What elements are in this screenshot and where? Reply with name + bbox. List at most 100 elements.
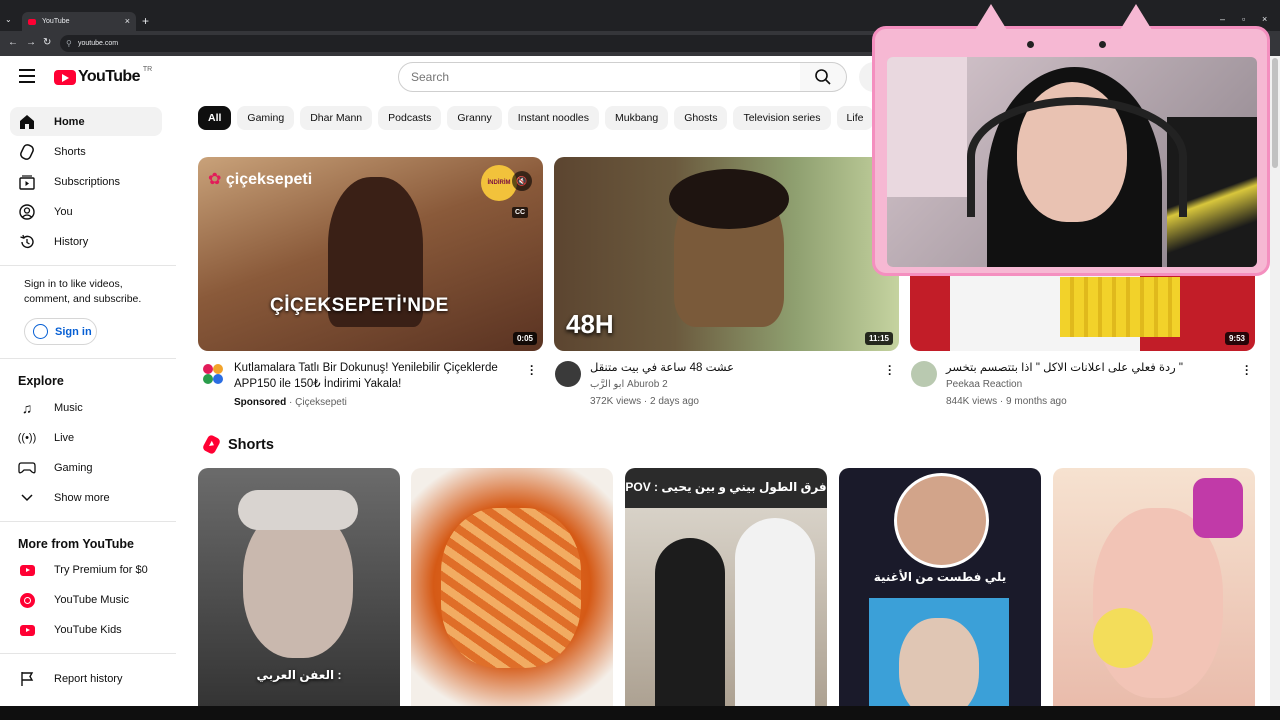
video-stats: 372K views · 2 days ago (590, 396, 699, 407)
sidebar-item-history[interactable]: History (10, 227, 162, 256)
sidebar-item-label: Subscriptions (54, 175, 121, 188)
youtube-kids-icon (18, 621, 36, 639)
tab-search-icon[interactable]: ⌄ (5, 15, 12, 24)
shorts-icon (18, 143, 36, 161)
chip-dhar-mann[interactable]: Dhar Mann (300, 106, 373, 130)
webcam-overlay (872, 4, 1270, 276)
minimize-icon[interactable]: – (1220, 14, 1225, 24)
short-thumbnail[interactable]: العفن العربي : (198, 468, 400, 706)
sidebar-item-label: You (54, 205, 73, 218)
video-duration: 9:53 (1224, 332, 1249, 345)
webcam-video (887, 57, 1257, 267)
sidebar-item-label: Show more (54, 491, 110, 504)
sidebar-item-shorts[interactable]: Shorts (10, 137, 162, 166)
mute-icon[interactable]: 🔇 (512, 171, 532, 191)
youtube-logo[interactable]: YouTube TR (54, 66, 152, 86)
chip-gaming[interactable]: Gaming (237, 106, 295, 130)
close-tab-icon[interactable]: × (125, 16, 130, 26)
scrollbar-thumb[interactable] (1272, 58, 1278, 168)
site-info-icon[interactable]: ⚲ (66, 39, 72, 48)
more-options-icon[interactable]: · · · (886, 360, 894, 380)
sidebar-item-subscriptions[interactable]: Subscriptions (10, 167, 162, 196)
thumbnail-text: ÇİÇEKSEPETİ'NDE (270, 295, 449, 316)
channel-name[interactable]: Çiçeksepeti (295, 397, 347, 408)
short-thumbnail[interactable] (411, 468, 613, 706)
divider (0, 521, 176, 522)
sign-in-button[interactable]: Sign in (24, 318, 97, 345)
reload-icon[interactable]: ↻ (43, 37, 51, 48)
filter-chips: All Gaming Dhar Mann Podcasts Granny Instant … (198, 106, 888, 130)
chip-television-series[interactable]: Television series (733, 106, 831, 130)
chip-instant-noodles[interactable]: Instant noodles (507, 106, 599, 130)
taskbar-strip (0, 706, 1280, 720)
scrollbar[interactable] (1270, 56, 1280, 706)
sidebar-item-label: Gaming (54, 461, 93, 474)
sidebar-item-label: Report history (54, 672, 123, 685)
short-hair-roller (1193, 478, 1243, 538)
chip-all[interactable]: All (198, 106, 232, 130)
captions-icon[interactable]: CC (512, 207, 529, 218)
sidebar-item-report-history[interactable]: Report history (10, 664, 162, 693)
sidebar-item-youtube-music[interactable]: YouTube Music (10, 585, 162, 614)
more-options-icon[interactable]: · · · (528, 360, 536, 380)
music-icon: ♫ (21, 400, 33, 416)
video-duration: 0:05 (512, 332, 537, 345)
new-tab-icon[interactable]: + (142, 14, 149, 28)
sidebar-item-music[interactable]: ♫ Music (10, 393, 162, 422)
sidebar-item-label: Music (54, 401, 83, 414)
sidebar-item-live[interactable]: ((•)) Live (10, 423, 162, 452)
back-icon[interactable]: ← (8, 37, 18, 48)
video-thumbnail[interactable]: 48H 11:15 (554, 157, 899, 351)
sidebar-item-gaming[interactable]: Gaming (10, 453, 162, 482)
short-caption: يلي فطست من الأغنية (873, 570, 1007, 584)
more-options-icon[interactable]: · · · (1243, 360, 1251, 380)
video-title[interactable]: عشت 48 ساعة في بيت متنقل (590, 360, 870, 376)
sidebar-item-premium[interactable]: Try Premium for $0 (10, 555, 162, 584)
chip-life[interactable]: Life (836, 106, 874, 130)
channel-name[interactable]: ابو الرَّب Aburob 2 (590, 377, 668, 393)
show-more-button[interactable]: Show more (10, 483, 162, 512)
sidebar-item-label: YouTube Music (54, 593, 130, 606)
close-window-icon[interactable]: × (1262, 14, 1267, 24)
chip-mukbang[interactable]: Mukbang (605, 106, 669, 130)
url-text: youtube.com (78, 40, 119, 47)
sidebar-item-you[interactable]: You (10, 197, 162, 226)
channel-name[interactable]: Peekaa Reaction (946, 377, 1022, 393)
youtube-music-icon (18, 591, 36, 609)
video-title[interactable]: Kutlamalara Tatlı Bir Dokunuş! Yenilebil… (234, 360, 519, 392)
short-thumbnail[interactable]: يلي فطست من الأغنية (839, 468, 1041, 706)
channel-avatar[interactable] (200, 361, 226, 387)
short-caption: العفن العربي : (256, 668, 342, 682)
sidebar-item-home[interactable]: Home (10, 107, 162, 136)
video-stats: 844K views · 9 months ago (946, 396, 1067, 407)
short-figure (655, 538, 725, 706)
home-icon (18, 113, 36, 131)
search-input[interactable]: Search (398, 62, 801, 92)
chip-podcasts[interactable]: Podcasts (378, 106, 442, 130)
shorts-title: Shorts (228, 436, 274, 453)
sidebar-item-label: Home (54, 115, 85, 128)
channel-avatar[interactable] (555, 361, 581, 387)
explore-heading: Explore (18, 374, 64, 388)
short-thumbnail[interactable] (1053, 468, 1255, 706)
sidebar-item-label: Live (54, 431, 75, 444)
shorts-logo-icon (201, 433, 222, 456)
history-icon (18, 233, 36, 251)
channel-avatar[interactable] (911, 361, 937, 387)
video-title[interactable]: ردة فعلي على اعلانات الاكل " اذا بتتصسم … (946, 360, 1236, 376)
sidebar-item-youtube-kids[interactable]: YouTube Kids (10, 615, 162, 644)
sidebar-item-label: Shorts (54, 145, 86, 158)
chip-ghosts[interactable]: Ghosts (674, 106, 728, 130)
search-button[interactable] (800, 62, 847, 92)
video-thumbnail[interactable]: ✿ çiçeksepeti İNDİRİM 🔇 CC ÇİÇEKSEPETİ'N… (198, 157, 543, 351)
url-field[interactable]: ⚲ youtube.com (60, 35, 880, 52)
sidebar-item-label: History (54, 235, 89, 248)
thumbnail-hair (669, 169, 789, 229)
short-thumbnail[interactable]: POV : فرق الطول بيني و بين يحيى (625, 468, 827, 706)
browser-tab[interactable]: YouTube × (22, 12, 136, 31)
thumbnail-brand: ✿ çiçeksepeti (208, 171, 313, 188)
forward-icon[interactable]: → (26, 37, 36, 48)
maximize-icon[interactable]: ▫ (1242, 14, 1245, 24)
chip-granny[interactable]: Granny (447, 106, 502, 130)
menu-icon[interactable] (19, 69, 35, 83)
